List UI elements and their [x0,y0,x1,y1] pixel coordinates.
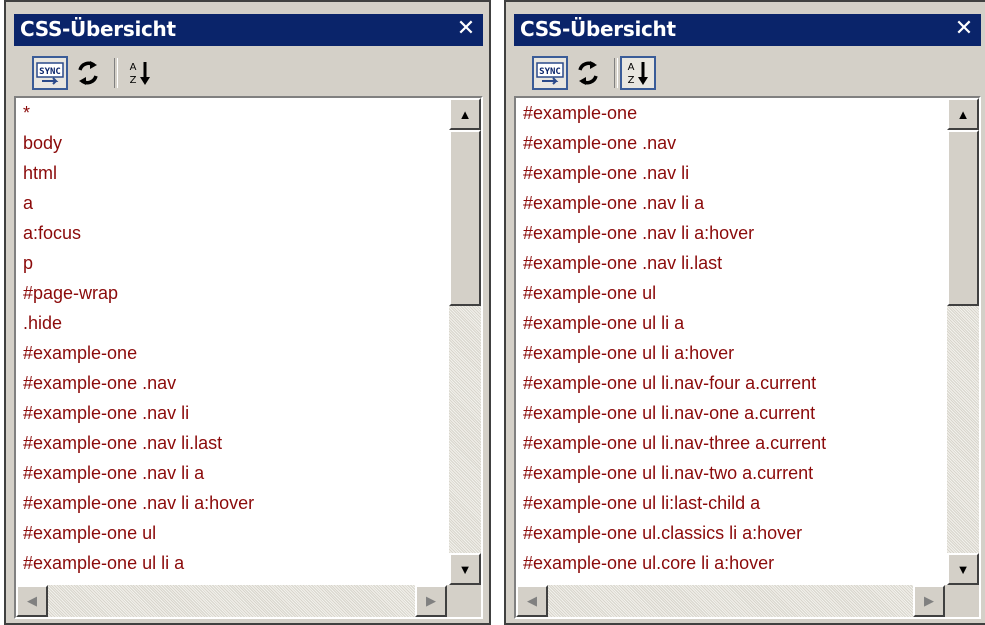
panel-title: CSS-Übersicht [20,17,176,41]
scroll-up-arrow-icon[interactable]: ▲ [449,98,481,130]
list-item[interactable]: #page-wrap [16,278,447,308]
refresh-icon [578,61,598,85]
list-item[interactable]: a [16,188,447,218]
scroll-left-arrow-icon[interactable]: ◀ [516,585,548,617]
list-item[interactable]: #example-one .nav li a:hover [516,218,945,248]
scroll-right-arrow-icon[interactable]: ▶ [913,585,945,617]
sync-button[interactable]: SYNC [32,56,68,90]
scroll-down-arrow-icon[interactable]: ▼ [947,553,979,585]
list-item[interactable]: #example-one .nav [16,368,447,398]
horizontal-scrollbar[interactable]: ◀ ▶ [516,585,945,617]
selector-list[interactable]: * body html a a:focus p #page-wrap .hide #exampl… [14,96,483,619]
close-button[interactable]: ✕ [453,15,479,43]
list-item[interactable]: #example-one ul [516,278,945,308]
css-overview-panel-left: CSS-Übersicht ✕ SYNC A Z * body html a a… [4,0,491,625]
svg-text:SYNC: SYNC [39,67,61,77]
list-item[interactable]: #example-one .nav [516,128,945,158]
list-item[interactable]: #example-one ul.core li a:hover [516,548,945,578]
list-item[interactable]: body [16,128,447,158]
close-button[interactable]: ✕ [951,15,977,43]
svg-text:A: A [628,62,635,73]
list-item[interactable]: #example-one .nav li [16,398,447,428]
svg-text:Z: Z [130,75,137,86]
list-item[interactable]: #example-one ul li a:hover [516,338,945,368]
sync-icon: SYNC [536,62,564,85]
scroll-left-arrow-icon[interactable]: ◀ [16,585,48,617]
vertical-scrollbar[interactable]: ▲ ▼ [449,98,481,585]
list-item[interactable]: #example-one ul li a [16,548,447,578]
list-item[interactable]: #example-one ul li a [516,308,945,338]
title-bar: CSS-Übersicht ✕ [14,14,483,46]
list-item[interactable]: #example-one .nav li.last [516,248,945,278]
toolbar: SYNC A Z [532,54,732,92]
svg-text:SYNC: SYNC [539,67,561,77]
vertical-scrollbar[interactable]: ▲ ▼ [947,98,979,585]
list-item[interactable]: #example-one .nav li [516,158,945,188]
css-overview-panel-right: CSS-Übersicht ✕ SYNC A Z #example-one #e… [504,0,985,625]
list-item[interactable]: #example-one ul.jazz li a:hover [516,578,945,585]
list-item[interactable]: #example-one ul li.nav-three a.current [516,428,945,458]
scroll-down-arrow-icon[interactable]: ▼ [449,553,481,585]
list-item[interactable]: #example-one [516,98,945,128]
refresh-button[interactable] [70,56,106,90]
refresh-button[interactable] [570,56,606,90]
scroll-up-arrow-icon[interactable]: ▲ [947,98,979,130]
sync-icon: SYNC [36,62,64,85]
sort-button[interactable]: A Z [620,56,656,90]
list-item[interactable]: a:focus [16,218,447,248]
list-item[interactable]: #example-one ul [16,518,447,548]
selector-list[interactable]: #example-one #example-one .nav #example-on… [514,96,981,619]
toolbar-separator [114,58,118,88]
sort-az-icon: A Z [628,62,648,86]
scroll-thumb[interactable] [947,130,979,306]
list-item[interactable]: #example-one .nav li.last [16,428,447,458]
selector-items: * body html a a:focus p #page-wrap .hide #exampl… [16,98,447,585]
list-item[interactable]: html [16,158,447,188]
scroll-right-arrow-icon[interactable]: ▶ [415,585,447,617]
horizontal-scrollbar[interactable]: ◀ ▶ [16,585,447,617]
list-item[interactable]: #example-one ul li.nav-four a.current [516,368,945,398]
refresh-icon [78,61,98,85]
list-item[interactable]: #example-one .nav li a:hover [16,488,447,518]
list-item[interactable]: #example-one ul.classics li a:hover [516,518,945,548]
list-item[interactable]: p [16,248,447,278]
panel-title: CSS-Übersicht [520,17,676,41]
scrollbar-corner [447,585,481,617]
svg-text:Z: Z [628,75,635,86]
sync-button[interactable]: SYNC [532,56,568,90]
sort-az-icon: A Z [130,62,150,86]
list-item[interactable]: #example-one ul li:last-child a [516,488,945,518]
list-item[interactable]: * [16,98,447,128]
toolbar: SYNC A Z [32,54,232,92]
scroll-thumb[interactable] [449,130,481,306]
selector-items: #example-one #example-one .nav #example-on… [516,98,945,585]
sort-button[interactable]: A Z [122,56,158,90]
list-item[interactable]: #example-one ul li a:hover [16,578,447,585]
title-bar: CSS-Übersicht ✕ [514,14,981,46]
svg-text:A: A [130,62,137,73]
toolbar-separator [614,58,618,88]
scrollbar-corner [945,585,979,617]
list-item[interactable]: #example-one ul li.nav-one a.current [516,398,945,428]
list-item[interactable]: #example-one .nav li a [16,458,447,488]
list-item[interactable]: .hide [16,308,447,338]
list-item[interactable]: #example-one [16,338,447,368]
list-item[interactable]: #example-one .nav li a [516,188,945,218]
list-item[interactable]: #example-one ul li.nav-two a.current [516,458,945,488]
